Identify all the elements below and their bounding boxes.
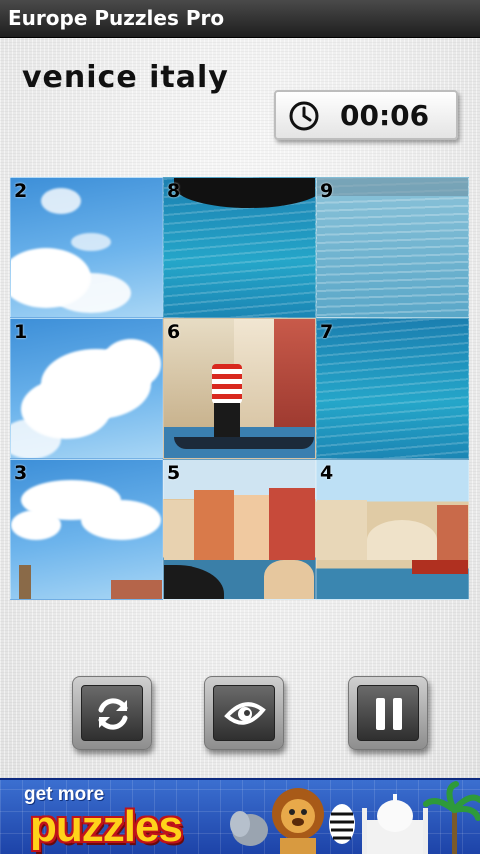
puzzle-tile[interactable]: 4 [316,459,469,600]
tile-number: 8 [167,180,181,202]
tile-number: 1 [14,321,28,343]
puzzle-tile[interactable]: 9 [316,177,469,318]
refresh-icon [98,698,128,730]
game-screen: venice italy 00:06 2 8 9 1 6 7 3 5 4 [0,38,480,778]
puzzle-board: 2 8 9 1 6 7 3 5 4 [10,177,469,601]
puzzle-tile[interactable]: 3 [10,459,163,600]
app-bar: Europe Puzzles Pro [0,0,480,38]
tile-number: 4 [320,462,334,484]
puzzle-tile[interactable]: 5 [163,459,316,600]
tile-number: 2 [14,180,28,202]
ad-illustration [230,781,480,854]
pause-button[interactable] [348,676,428,750]
pause-icon [376,698,402,730]
puzzle-tile[interactable]: 6 [163,318,316,459]
controls-bar [0,674,480,788]
tile-number: 6 [167,321,181,343]
eye-icon [224,702,266,725]
ad-banner[interactable]: get more puzzles [0,778,480,854]
tile-number: 5 [167,462,181,484]
tile-number: 9 [320,180,334,202]
clock-icon [289,101,319,131]
timer: 00:06 [274,90,458,140]
preview-button[interactable] [204,676,284,750]
puzzle-tile[interactable]: 1 [10,318,163,459]
timer-value: 00:06 [340,99,430,132]
tile-number: 3 [14,462,28,484]
puzzle-tile[interactable]: 7 [316,318,469,459]
puzzle-name: venice italy [22,60,229,95]
puzzle-tile[interactable]: 2 [10,177,163,318]
ad-text-headline: puzzles [30,802,183,851]
shuffle-button[interactable] [72,676,152,750]
puzzle-tile[interactable]: 8 [163,177,316,318]
tile-number: 7 [320,321,334,343]
app-title: Europe Puzzles Pro [8,6,225,30]
